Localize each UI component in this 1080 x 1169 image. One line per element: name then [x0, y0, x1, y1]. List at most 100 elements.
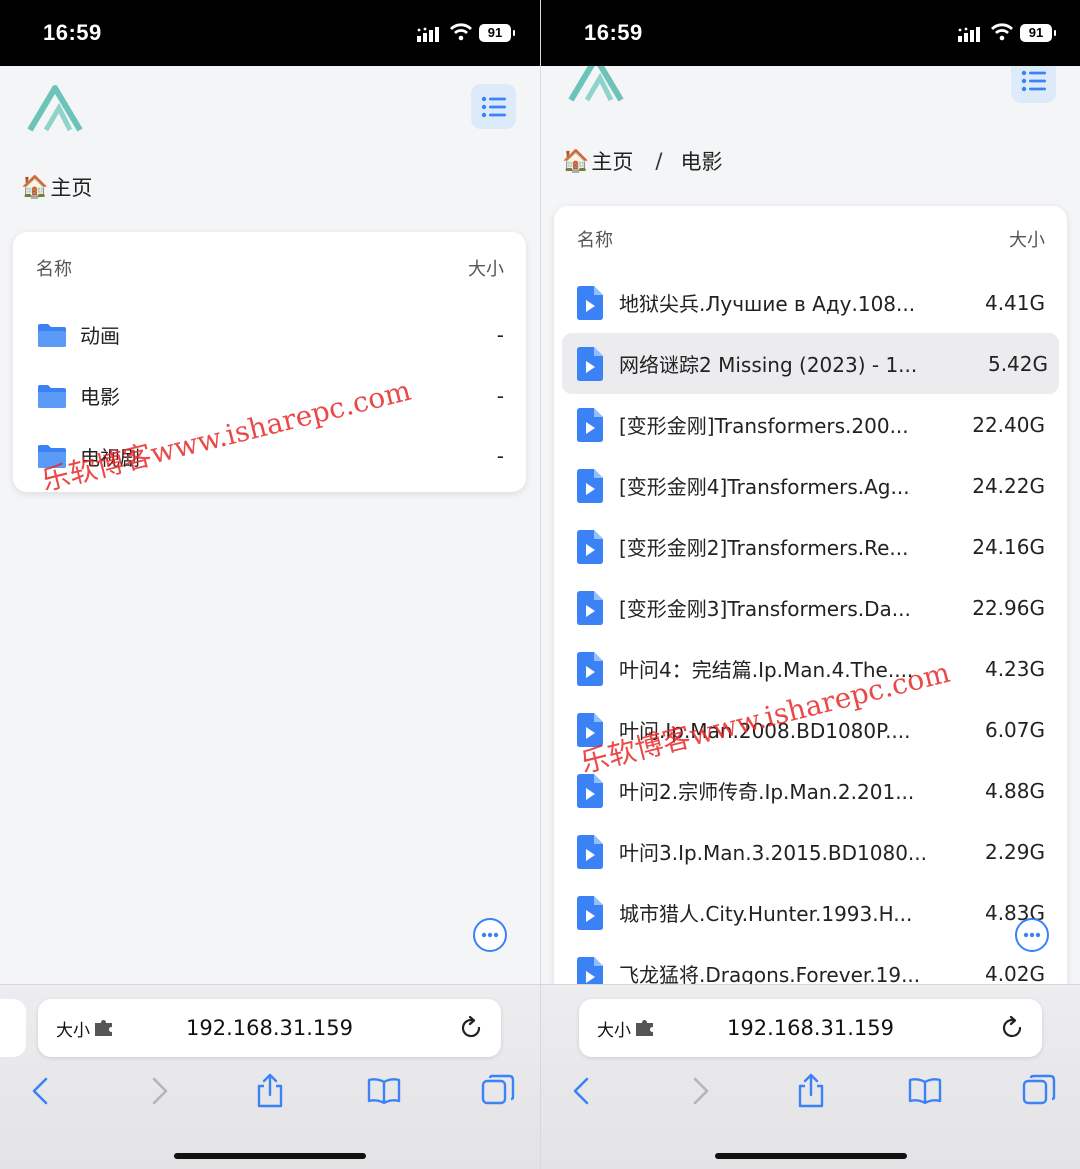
- file-size: 4.02G: [984, 961, 1045, 985]
- bookmarks-icon[interactable]: [366, 1073, 402, 1109]
- puzzle-icon: [95, 1020, 112, 1036]
- status-time: 16:59: [43, 20, 102, 45]
- tabs-icon[interactable]: [480, 1073, 516, 1109]
- reload-icon[interactable]: [1000, 1016, 1024, 1040]
- folder-icon: [38, 384, 66, 408]
- folder-size: -: [496, 322, 504, 347]
- file-list: 地狱尖兵.Лучшие в Аду.108... 4.41G 网络谜踪2 Missi…: [554, 272, 1067, 984]
- cellular-signal-icon: [958, 27, 980, 42]
- file-row[interactable]: [变形金刚2]Transformers.Re... 24.16G: [554, 516, 1067, 577]
- cellular-signal-icon: [417, 27, 439, 42]
- file-row[interactable]: 城市猎人.City.Hunter.1993.H... 4.83G: [554, 882, 1067, 943]
- file-size: 5.42G: [987, 351, 1048, 376]
- file-size: 6.07G: [984, 717, 1045, 742]
- file-size: 4.88G: [984, 778, 1045, 803]
- home-icon: 🏠: [562, 148, 590, 174]
- share-icon[interactable]: [252, 1073, 288, 1109]
- column-name-header[interactable]: 名称: [36, 255, 72, 281]
- column-size-header[interactable]: 大小: [1009, 226, 1045, 252]
- file-row[interactable]: [变形金刚4]Transformers.Ag... 24.22G: [554, 455, 1067, 516]
- home-indicator: [174, 1153, 366, 1159]
- browser-bottom-bar: 大小 192.168.31.159: [541, 984, 1080, 1169]
- text-size-button[interactable]: 大小: [56, 1016, 114, 1041]
- file-name: [变形金刚4]Transformers.Ag...: [619, 475, 910, 499]
- file-size: 24.22G: [972, 473, 1045, 498]
- status-time: 16:59: [584, 20, 643, 45]
- video-file-icon: [577, 346, 603, 381]
- text-size-label: 大小: [56, 1020, 90, 1041]
- folder-row-animation[interactable]: 动画 -: [13, 304, 526, 365]
- bookmarks-icon[interactable]: [907, 1073, 943, 1109]
- forward-icon[interactable]: [140, 1073, 176, 1109]
- breadcrumb-current[interactable]: 电影: [680, 146, 722, 176]
- back-icon[interactable]: [565, 1073, 601, 1109]
- breadcrumb: 🏠 主页 / 电影: [562, 146, 722, 176]
- address-bar[interactable]: 大小 192.168.31.159: [38, 999, 501, 1057]
- status-bar: 16:59 91: [541, 0, 1080, 66]
- table-header: 名称 大小: [554, 206, 1067, 272]
- file-name: 飞龙猛将.Dragons.Forever.19...: [619, 963, 921, 984]
- app-logo-icon[interactable]: [26, 82, 84, 134]
- address-bar[interactable]: 大小 192.168.31.159: [579, 999, 1042, 1057]
- file-row[interactable]: 网络谜踪2 Missing (2023) - 1... 5.42G: [562, 333, 1059, 394]
- file-list-card: 名称 大小 地狱尖兵.Лучшие в Аду.108... 4.41G 网络谜踪2…: [554, 206, 1067, 984]
- page-content: 🏠 主页 名称 大小 动画 - 电影 - 电视剧 - 乐软博客www.ishar…: [0, 66, 540, 984]
- file-row[interactable]: [变形金刚3]Transformers.Da... 22.96G: [554, 577, 1067, 638]
- list-menu-button[interactable]: [1011, 66, 1056, 103]
- file-name: 地狱尖兵.Лучшие в Аду.108...: [619, 292, 916, 316]
- more-icon: [1023, 932, 1041, 938]
- file-size: 24.16G: [972, 534, 1045, 559]
- file-name: [变形金刚2]Transformers.Re...: [619, 536, 909, 560]
- file-size: 4.41G: [984, 290, 1045, 315]
- column-name-header[interactable]: 名称: [577, 226, 613, 252]
- column-size-header[interactable]: 大小: [468, 255, 504, 281]
- file-size: 4.23G: [984, 656, 1045, 681]
- table-header: 名称 大小: [13, 232, 526, 304]
- video-file-icon: [577, 285, 603, 320]
- file-size: 22.96G: [972, 595, 1045, 620]
- reload-icon[interactable]: [459, 1016, 483, 1040]
- file-size: 22.40G: [972, 412, 1045, 437]
- home-icon: 🏠: [21, 174, 49, 200]
- folder-size: -: [496, 444, 504, 468]
- previous-tab-peek[interactable]: [0, 999, 26, 1057]
- forward-icon[interactable]: [681, 1073, 717, 1109]
- browser-bottom-bar: 大小 192.168.31.159: [0, 984, 540, 1169]
- back-icon[interactable]: [24, 1073, 60, 1109]
- video-file-icon: [577, 834, 603, 869]
- text-size-button[interactable]: 大小: [597, 1016, 655, 1041]
- video-file-icon: [577, 895, 603, 930]
- more-button[interactable]: [473, 918, 507, 952]
- breadcrumb-home[interactable]: 主页: [50, 172, 92, 202]
- video-file-icon: [577, 529, 603, 564]
- file-row[interactable]: 飞龙猛将.Dragons.Forever.19... 4.02G: [554, 943, 1067, 984]
- file-size: 2.29G: [984, 839, 1045, 864]
- file-name: [变形金刚3]Transformers.Da...: [619, 597, 911, 621]
- app-logo-icon[interactable]: [567, 66, 625, 104]
- file-row[interactable]: [变形金刚]Transformers.200... 22.40G: [554, 394, 1067, 455]
- folder-size: -: [496, 383, 504, 408]
- file-name: 城市猎人.City.Hunter.1993.H...: [619, 902, 913, 926]
- battery-indicator: 91: [1020, 24, 1056, 42]
- video-file-icon: [577, 590, 603, 625]
- video-file-icon: [577, 956, 603, 984]
- screens: 16:59 91 🏠 主页 名称 大小 动画 - 电影 - 电视剧 - 乐软博客…: [0, 0, 1080, 1169]
- tabs-icon[interactable]: [1021, 1073, 1057, 1109]
- share-icon[interactable]: [793, 1073, 829, 1109]
- folder-name: 动画: [80, 324, 120, 348]
- file-name: 叶问2.宗师传奇.Ip.Man.2.201...: [619, 780, 915, 804]
- phone-right: 16:59 91 🏠 主页 / 电影 名称 大小 地狱尖兵.Лучшие в А…: [540, 0, 1080, 1169]
- file-name: 叶问3.Ip.Man.3.2015.BD1080...: [619, 841, 928, 865]
- text-size-label: 大小: [597, 1020, 631, 1041]
- more-button[interactable]: [1015, 918, 1049, 952]
- file-name: 网络谜踪2 Missing (2023) - 1...: [619, 353, 918, 377]
- list-menu-button[interactable]: [471, 84, 516, 129]
- file-row[interactable]: 叶问3.Ip.Man.3.2015.BD1080... 2.29G: [554, 821, 1067, 882]
- wifi-icon: [991, 23, 1013, 41]
- phone-left: 16:59 91 🏠 主页 名称 大小 动画 - 电影 - 电视剧 - 乐软博客…: [0, 0, 540, 1169]
- breadcrumb-home[interactable]: 主页: [591, 146, 633, 176]
- list-menu-icon: [1021, 70, 1046, 91]
- video-file-icon: [577, 407, 603, 442]
- page-content: 🏠 主页 / 电影 名称 大小 地狱尖兵.Лучшие в Аду.108...…: [541, 66, 1080, 984]
- file-row[interactable]: 地狱尖兵.Лучшие в Аду.108... 4.41G: [554, 272, 1067, 333]
